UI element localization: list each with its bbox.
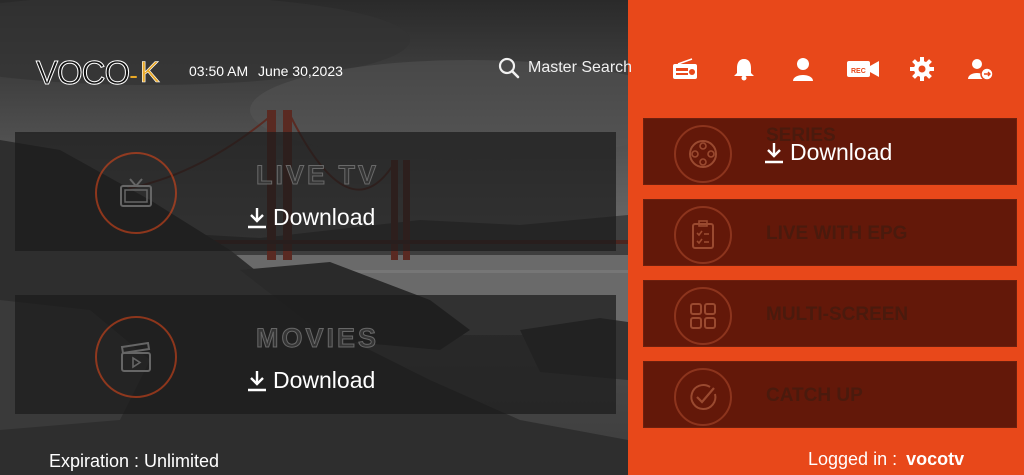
time: 03:50 AM: [189, 63, 249, 79]
multi-screen-icon-ring: [674, 287, 732, 345]
live-tv-title: LIVE TV: [255, 160, 380, 191]
gear-icon: [909, 57, 934, 81]
expiration-text: Expiration : Unlimited: [49, 451, 220, 471]
user-icon: [793, 58, 814, 81]
grid-icon: [690, 303, 716, 329]
film-reel-icon: [689, 140, 717, 168]
top-icon-bar: REC: [668, 52, 998, 86]
epg-icon-ring: [674, 206, 732, 264]
radio-icon: [673, 58, 697, 79]
movies-tile[interactable]: MOVIES Download: [15, 295, 616, 414]
notifications-button[interactable]: [727, 52, 761, 86]
download-label: Download: [273, 367, 376, 393]
live-tv-tile[interactable]: LIVE TV Download: [15, 132, 616, 251]
svg-text:REC: REC: [851, 68, 866, 75]
logged-in-status: Logged in : vocotv: [808, 449, 964, 470]
download-icon: [765, 142, 783, 163]
tv-icon: [120, 178, 152, 207]
clapperboard-icon: [120, 342, 151, 372]
clipboard-icon: [692, 220, 714, 249]
download-label: Download: [790, 139, 893, 165]
live-tv-download-button[interactable]: Download: [247, 204, 375, 231]
search-label: Master Search: [528, 59, 633, 76]
logo-text: VOCO: [35, 54, 130, 91]
logo-k: K: [139, 56, 161, 90]
series-icon-ring: [674, 125, 732, 183]
switch-user-icon: [967, 59, 994, 81]
movies-download-button[interactable]: Download: [247, 367, 375, 394]
settings-button[interactable]: [905, 52, 939, 86]
logged-in-label: Logged in :: [808, 449, 898, 469]
bell-icon: [734, 59, 755, 81]
catch-up-icon-ring: [674, 368, 732, 426]
series-tile[interactable]: SERIES Download: [643, 118, 1017, 185]
catch-up-tile[interactable]: CATCH UP: [643, 361, 1017, 428]
profile-button[interactable]: [786, 52, 820, 86]
multi-screen-title: MULTI-SCREEN: [766, 304, 909, 325]
clock: 03:50 AM June 30,2023: [189, 63, 349, 79]
series-download-button[interactable]: Download: [764, 139, 892, 166]
download-icon: [248, 370, 266, 391]
recordings-button[interactable]: REC: [846, 52, 880, 86]
live-with-epg-title: LIVE WITH EPG: [766, 223, 908, 244]
download-label: Download: [273, 204, 376, 230]
date: June 30,2023: [258, 63, 343, 79]
catch-up-title: CATCH UP: [766, 385, 863, 406]
switch-user-button[interactable]: [964, 52, 998, 86]
master-search-button[interactable]: Master Search: [498, 57, 632, 79]
search-icon: [498, 57, 520, 79]
username: vocotv: [906, 449, 965, 469]
live-with-epg-tile[interactable]: LIVE WITH EPG: [643, 199, 1017, 266]
radio-button[interactable]: [668, 52, 702, 86]
live-tv-icon-ring: [95, 152, 177, 234]
app-logo: VOCO - K: [35, 54, 161, 91]
check-circle-icon: [690, 384, 717, 411]
rec-camera-icon: REC: [846, 61, 879, 77]
download-icon: [248, 207, 266, 228]
multi-screen-tile[interactable]: MULTI-SCREEN: [643, 280, 1017, 347]
movies-icon-ring: [95, 316, 177, 398]
movies-title: MOVIES: [255, 323, 380, 354]
